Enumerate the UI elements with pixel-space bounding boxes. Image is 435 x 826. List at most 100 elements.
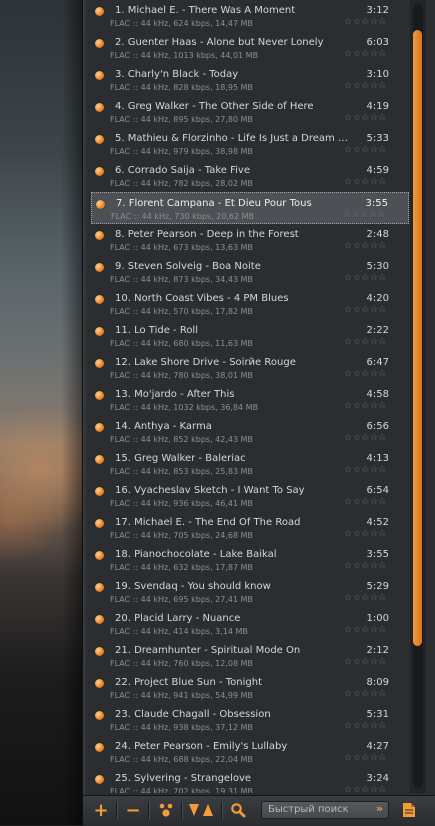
track-file-info: FLAC :: 44 kHz, 828 kbps, 18,95 MB (110, 83, 253, 92)
track-status-dot-icon (95, 359, 104, 368)
track-row[interactable]: 4. Greg Walker - The Other Side of Here 4… (91, 96, 409, 128)
search-button[interactable] (226, 799, 250, 821)
track-row[interactable]: 20. Placid Larry - Nuance 1:00 FLAC :: 44 … (91, 608, 409, 640)
track-status-dot-icon (96, 200, 105, 209)
rating-stars-icon[interactable]: ☆☆☆☆☆ (344, 721, 387, 731)
select-button[interactable] (154, 799, 178, 821)
track-row[interactable]: 22. Project Blue Sun - Tonight 8:09 FLAC :… (91, 672, 409, 704)
rating-stars-icon[interactable]: ☆☆☆☆☆ (344, 49, 387, 59)
track-row[interactable]: 8. Peter Pearson - Deep in the Forest 2:4… (91, 224, 409, 256)
track-duration: 3:10 (366, 69, 389, 80)
track-row[interactable]: 16. Vyacheslav Sketch - I Want To Say 6:5… (91, 480, 409, 512)
rating-stars-icon[interactable]: ☆☆☆☆☆ (344, 625, 387, 635)
track-status-dot-icon (95, 487, 104, 496)
track-file-info: FLAC :: 44 kHz, 873 kbps, 34,43 MB (110, 275, 253, 284)
track-row[interactable]: 19. Svendaq - You should know 5:29 FLAC ::… (91, 576, 409, 608)
track-title: 18. Pianochocolate - Lake Baikal (115, 549, 277, 560)
toolbar-divider (221, 802, 222, 819)
toolbar-divider (116, 802, 117, 819)
quick-search-input[interactable]: Быстрый поиск » (261, 801, 389, 819)
rating-stars-icon[interactable]: ☆☆☆☆☆ (344, 593, 387, 603)
track-row[interactable]: 6. Corrado Saija - Take Five 4:59 FLAC :: … (91, 160, 409, 192)
track-row[interactable]: 18. Pianochocolate - Lake Baikal 3:55 FLAC… (91, 544, 409, 576)
track-status-dot-icon (95, 167, 104, 176)
playlist-window: 1. Michael E. - There Was A Moment 3:12 FL… (82, 0, 435, 826)
track-duration: 4:27 (366, 741, 389, 752)
rating-stars-icon[interactable]: ☆☆☆☆☆ (344, 433, 387, 443)
track-title: 19. Svendaq - You should know (115, 581, 271, 592)
track-status-dot-icon (95, 7, 104, 16)
track-status-dot-icon (95, 679, 104, 688)
track-row[interactable]: 21. Dreamhunter - Spiritual Mode On 2:12 F… (91, 640, 409, 672)
track-status-dot-icon (95, 103, 104, 112)
rating-stars-icon[interactable]: ☆☆☆☆☆ (344, 241, 387, 251)
add-track-button[interactable]: + (89, 799, 113, 821)
playlist-file-button[interactable] (397, 799, 421, 821)
track-duration: 4:13 (366, 453, 389, 464)
sort-button[interactable] (186, 799, 216, 821)
track-title: 22. Project Blue Sun - Tonight (115, 677, 263, 688)
track-duration: 6:47 (366, 357, 389, 368)
track-row[interactable]: 14. Anthya - Karma 6:56 FLAC :: 44 kHz, 85… (91, 416, 409, 448)
remove-track-button[interactable]: − (121, 799, 145, 821)
rating-stars-icon[interactable]: ☆☆☆☆☆ (344, 305, 387, 315)
rating-stars-icon[interactable]: ☆☆☆☆☆ (344, 689, 387, 699)
rating-stars-icon[interactable]: ☆☆☆☆☆ (344, 273, 387, 283)
rating-stars-icon[interactable]: ☆☆☆☆☆ (343, 210, 386, 220)
track-duration: 5:29 (366, 581, 389, 592)
track-row[interactable]: 5. Mathieu & Florzinho - Life Is Just a … (91, 128, 409, 160)
track-file-info: FLAC :: 44 kHz, 938 kbps, 37,12 MB (110, 723, 253, 732)
track-row[interactable]: 7. Florent Campana - Et Dieu Pour Tous 3:… (91, 192, 409, 224)
track-row[interactable]: 10. North Coast Vibes - 4 PM Blues 4:20 FL… (91, 288, 409, 320)
track-row[interactable]: 23. Claude Chagall - Obsession 5:31 FLAC :… (91, 704, 409, 736)
rating-stars-icon[interactable]: ☆☆☆☆☆ (344, 81, 387, 91)
track-duration: 4:19 (366, 101, 389, 112)
track-file-info: FLAC :: 44 kHz, 760 kbps, 12,08 MB (110, 659, 253, 668)
track-file-info: FLAC :: 44 kHz, 632 kbps, 17,87 MB (110, 563, 253, 572)
track-status-dot-icon (95, 423, 104, 432)
rating-stars-icon[interactable]: ☆☆☆☆☆ (344, 17, 387, 27)
track-row[interactable]: 9. Steven Solveig - Boa Noite 5:30 FLAC ::… (91, 256, 409, 288)
track-row[interactable]: 12. Lake Shore Drive - Soirйe Rouge 6:47 F… (91, 352, 409, 384)
track-row[interactable]: 15. Greg Walker - Baleriac 4:13 FLAC :: 44… (91, 448, 409, 480)
track-row[interactable]: 24. Peter Pearson - Emily's Lullaby 4:27 F… (91, 736, 409, 768)
track-title: 12. Lake Shore Drive - Soirйe Rouge (115, 357, 296, 368)
rating-stars-icon[interactable]: ☆☆☆☆☆ (344, 785, 387, 793)
track-row[interactable]: 3. Charly'n Black - Today 3:10 FLAC :: 44 … (91, 64, 409, 96)
track-file-info: FLAC :: 44 kHz, 936 kbps, 46,41 MB (110, 499, 253, 508)
track-status-dot-icon (95, 647, 104, 656)
rating-stars-icon[interactable]: ☆☆☆☆☆ (344, 657, 387, 667)
track-file-info: FLAC :: 44 kHz, 673 kbps, 13,63 MB (110, 243, 253, 252)
rating-stars-icon[interactable]: ☆☆☆☆☆ (344, 337, 387, 347)
rating-stars-icon[interactable]: ☆☆☆☆☆ (344, 177, 387, 187)
search-go-icon[interactable]: » (376, 802, 383, 815)
track-row[interactable]: 25. Sylvering - Strangelove 3:24 FLAC :: 4… (91, 768, 409, 793)
rating-stars-icon[interactable]: ☆☆☆☆☆ (344, 369, 387, 379)
track-row[interactable]: 13. Mo'jardo - After This 4:58 FLAC :: 44 … (91, 384, 409, 416)
scrollbar-thumb[interactable] (413, 30, 422, 646)
track-row[interactable]: 11. Lo Tide - Roll 2:22 FLAC :: 44 kHz, 68… (91, 320, 409, 352)
rating-stars-icon[interactable]: ☆☆☆☆☆ (344, 113, 387, 123)
track-row[interactable]: 1. Michael E. - There Was A Moment 3:12 FL… (91, 0, 409, 32)
rating-stars-icon[interactable]: ☆☆☆☆☆ (344, 561, 387, 571)
rating-stars-icon[interactable]: ☆☆☆☆☆ (344, 465, 387, 475)
track-row[interactable]: 2. Guenter Haas - Alone but Never Lonely… (91, 32, 409, 64)
rating-stars-icon[interactable]: ☆☆☆☆☆ (344, 145, 387, 155)
track-list[interactable]: 1. Michael E. - There Was A Moment 3:12 FL… (91, 0, 409, 793)
rating-stars-icon[interactable]: ☆☆☆☆☆ (344, 753, 387, 763)
track-duration: 3:55 (366, 549, 389, 560)
track-row[interactable]: 17. Michael E. - The End Of The Road 4:52… (91, 512, 409, 544)
track-duration: 8:09 (366, 677, 389, 688)
track-file-info: FLAC :: 44 kHz, 782 kbps, 28,02 MB (110, 179, 253, 188)
rating-stars-icon[interactable]: ☆☆☆☆☆ (344, 529, 387, 539)
track-file-info: FLAC :: 44 kHz, 702 kbps, 19,31 MB (110, 787, 253, 793)
track-duration: 5:30 (366, 261, 389, 272)
track-title: 21. Dreamhunter - Spiritual Mode On (115, 645, 301, 656)
track-duration: 3:55 (365, 198, 388, 209)
track-title: 25. Sylvering - Strangelove (115, 773, 252, 784)
track-status-dot-icon (95, 231, 104, 240)
rating-stars-icon[interactable]: ☆☆☆☆☆ (344, 401, 387, 411)
track-file-info: FLAC :: 44 kHz, 680 kbps, 11,63 MB (110, 339, 253, 348)
search-icon (231, 803, 246, 818)
rating-stars-icon[interactable]: ☆☆☆☆☆ (344, 497, 387, 507)
